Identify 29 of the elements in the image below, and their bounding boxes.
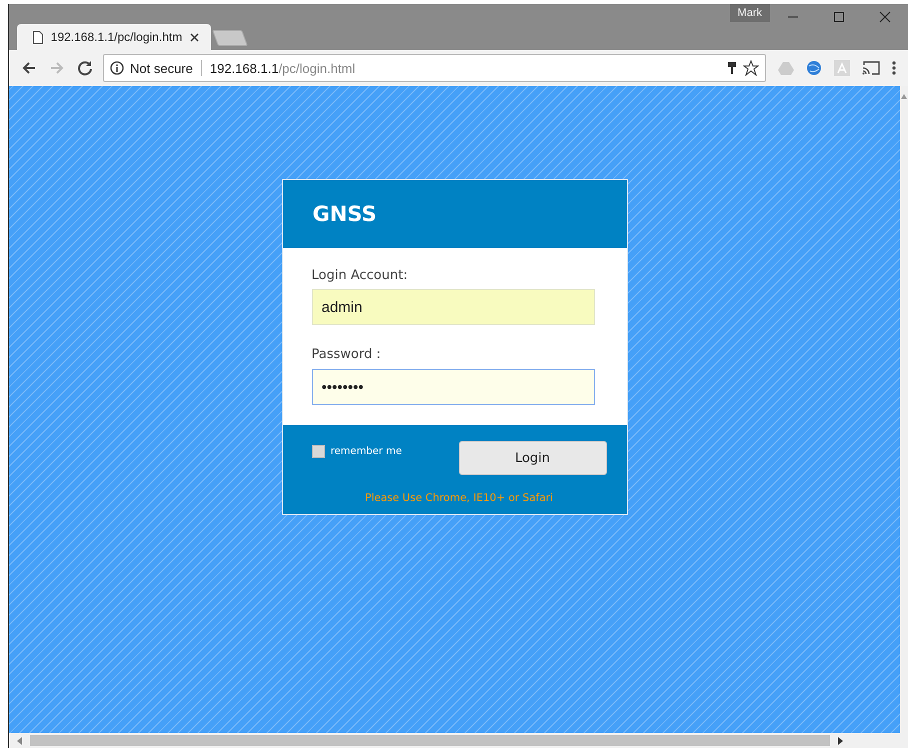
scroll-left-icon[interactable]	[17, 736, 22, 744]
tab-title: 192.168.1.1/pc/login.htm	[50, 30, 182, 44]
close-icon[interactable]	[879, 11, 891, 23]
cast-icon[interactable]	[862, 61, 880, 75]
remember-label: remember me	[330, 446, 402, 457]
profile-button[interactable]: Mark	[730, 4, 770, 22]
input-field[interactable]: admin	[312, 289, 594, 325]
close-icon[interactable]	[190, 32, 199, 42]
browser-tab[interactable]: 192.168.1.1/pc/login.htm	[17, 24, 211, 50]
reload-icon[interactable]	[77, 60, 93, 76]
scroll-right-icon[interactable]	[838, 736, 843, 744]
app-title: GNSS	[312, 202, 377, 226]
page-icon	[33, 30, 43, 44]
field-label: Login Account:	[312, 268, 409, 283]
address-bar[interactable]: Not secure 192.168.1.1/pc/login.html	[103, 54, 766, 82]
browser-notice: Please Use Chrome, IE10+ or Safari	[364, 492, 554, 504]
back-icon[interactable]	[21, 60, 37, 76]
remember-checkbox[interactable]	[312, 445, 324, 458]
star-icon[interactable]	[743, 60, 759, 76]
input-field[interactable]: ••••••••	[312, 369, 594, 405]
url-text: 192.168.1.1/pc/login.html	[210, 60, 356, 76]
globe-icon[interactable]	[806, 60, 822, 76]
scrollbar-thumb[interactable]	[30, 735, 830, 746]
security-label: Not secure	[130, 60, 193, 76]
info-icon	[110, 61, 124, 75]
maximize-icon[interactable]	[833, 11, 845, 23]
menu-icon[interactable]	[892, 60, 896, 76]
login-button[interactable]: Login	[458, 441, 606, 475]
field-label: Password：	[312, 346, 386, 363]
